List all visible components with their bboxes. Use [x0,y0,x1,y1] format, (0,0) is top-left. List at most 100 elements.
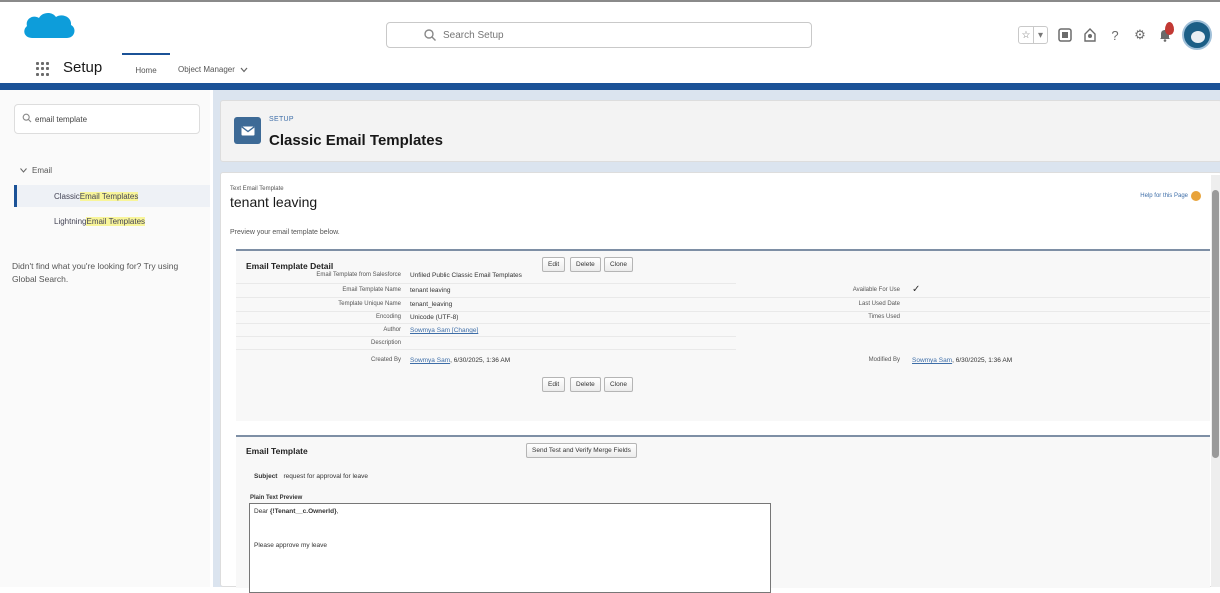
notification-badge [1165,22,1174,35]
plain-text-preview-label: Plain Text Preview [250,495,303,501]
preview-line-greeting: Dear {!Tenant__c.OwnerId}, [254,508,338,515]
favorites-group[interactable]: ☆ ▾ [1018,26,1048,44]
tab-object-manager[interactable]: Object Manager [178,53,248,86]
favorites-dropdown-icon[interactable]: ▾ [1033,27,1047,43]
page-eyebrow: SETUP [269,116,294,123]
modified-by-value: Sowmya Sam, 6/30/2025, 1:36 AM [912,357,1013,364]
modified-by-label: Modified By [868,357,900,363]
salesforce-logo-icon[interactable] [22,10,76,44]
header-icons: ☆ ▾ ? ⚙ [1018,20,1212,50]
setup-search-box[interactable] [386,22,812,48]
merge-field: {!Tenant__c.OwnerId} [269,508,337,515]
author-label: Author [383,327,401,333]
help-link-label: Help for this Page [1140,193,1188,199]
record-type-label: Text Email Template [230,186,284,192]
preview-description: Preview your email template below. [230,229,340,236]
description-label: Description [370,340,401,346]
available-for-use-label: Available For Use [852,287,900,293]
created-by-user-link[interactable]: Sowmya Sam [410,357,450,364]
global-search-hint: Didn't find what you're looking for? Try… [12,261,179,284]
quick-find-box[interactable] [14,104,200,134]
main-area: SETUP Classic Email Templates Text Email… [213,90,1220,593]
unique-name-value: tenant_leaving [410,301,453,308]
last-used-label: Last Used Date [858,301,900,307]
sidebar-item-prefix: Lightning [54,216,87,226]
author-link[interactable]: Sowmya Sam [Change] [410,327,478,334]
app-launcher-icon[interactable] [36,62,50,76]
row-divider [236,349,736,350]
row-divider [236,311,1210,312]
template-content: Text Email Template tenant leaving Help … [220,172,1220,593]
template-section-title: Email Template [246,446,308,456]
tab-home-label: Home [135,66,157,75]
chevron-down-icon [240,67,248,72]
send-test-verify-button[interactable]: Send Test and Verify Merge Fields [526,443,637,458]
sidebar-group-email[interactable]: Email [20,166,52,175]
delete-button-bottom[interactable]: Delete [570,377,601,392]
clone-button-bottom[interactable]: Clone [604,377,633,392]
app-name: Setup [63,59,103,76]
sidebar-item-prefix: Classic [54,191,80,201]
available-checkmark-icon: ✓ [912,284,921,295]
modified-date: 6/30/2025, 1:36 AM [955,357,1013,364]
times-used-label: Times Used [868,314,900,320]
folder-value: Unfiled Public Classic Email Templates [410,272,522,279]
trailhead-icon[interactable] [1082,27,1098,43]
sidebar-item-highlight: Email Templates [79,191,139,201]
subject-label: Subject [254,473,278,480]
encoding-value: Unicode (UTF-8) [410,314,459,321]
plain-text-preview-box: Dear {!Tenant__c.OwnerId}, Please approv… [249,503,771,593]
help-icon[interactable]: ? [1107,27,1123,43]
clone-button[interactable]: Clone [604,257,633,272]
notifications-bell-icon[interactable] [1157,22,1174,43]
created-by-label: Created By [370,357,401,363]
greeting-suffix: , [336,508,339,515]
row-divider [236,283,736,284]
quick-find-input[interactable] [35,112,195,126]
record-title: tenant leaving [230,194,318,210]
tab-home[interactable]: Home [122,53,170,86]
created-date: 6/30/2025, 1:36 AM [453,357,511,364]
row-divider [236,336,736,337]
folder-label: Email Template from Salesforce [316,272,401,278]
email-template-detail-section: Email Template Detail Edit Delete Clone … [236,249,1210,421]
subject-row: Subject request for approval for leave [254,473,368,480]
template-name-value: tenant leaving [410,287,451,294]
detail-section-title: Email Template Detail [246,261,334,271]
edit-button[interactable]: Edit [542,257,566,272]
email-template-section: Email Template Send Test and Verify Merg… [236,435,1210,593]
page-scrollbar-thumb[interactable] [1212,190,1219,458]
preview-line-body: Please approve my leave [254,542,327,549]
sidebar-group-label: Email [32,166,53,175]
global-header: ☆ ▾ ? ⚙ [0,0,1220,50]
unique-name-label: Template Unique Name [338,301,401,307]
encoding-label: Encoding [375,314,401,320]
greeting-prefix: Dear [254,508,270,515]
modified-by-user-link[interactable]: Sowmya Sam [912,357,952,364]
help-circle-icon [1191,191,1201,201]
setup-search-input[interactable] [443,27,783,44]
sidebar-item-lightning-email-templates[interactable]: Lightning Email Templates [14,210,210,232]
page-header: SETUP Classic Email Templates [220,100,1220,162]
sidebar-item-classic-email-templates[interactable]: Classic Email Templates [14,185,210,207]
created-by-value: Sowmya Sam, 6/30/2025, 1:36 AM [410,357,511,364]
search-icon [424,29,436,41]
chevron-down-icon [20,168,27,173]
edit-button-bottom[interactable]: Edit [542,377,566,392]
template-name-label: Email Template Name [342,287,401,293]
page-title: Classic Email Templates [269,132,443,149]
app-nav-bar: Setup Home Object Manager [0,50,1220,86]
search-icon [22,113,32,123]
row-divider [236,297,1210,298]
setup-sidebar: Email Classic Email Templates Lightning … [0,90,210,587]
row-divider [236,323,1210,324]
subject-value: request for approval for leave [283,473,369,480]
user-avatar[interactable] [1182,20,1212,50]
sidebar-item-highlight: Email Templates [86,216,146,226]
gear-icon[interactable]: ⚙ [1132,27,1148,43]
email-icon [234,117,261,144]
help-for-page-link[interactable]: Help for this Page [1140,191,1201,201]
delete-button[interactable]: Delete [570,257,601,272]
favorites-star-icon[interactable]: ☆ [1019,27,1033,43]
global-actions-icon[interactable] [1057,27,1073,43]
